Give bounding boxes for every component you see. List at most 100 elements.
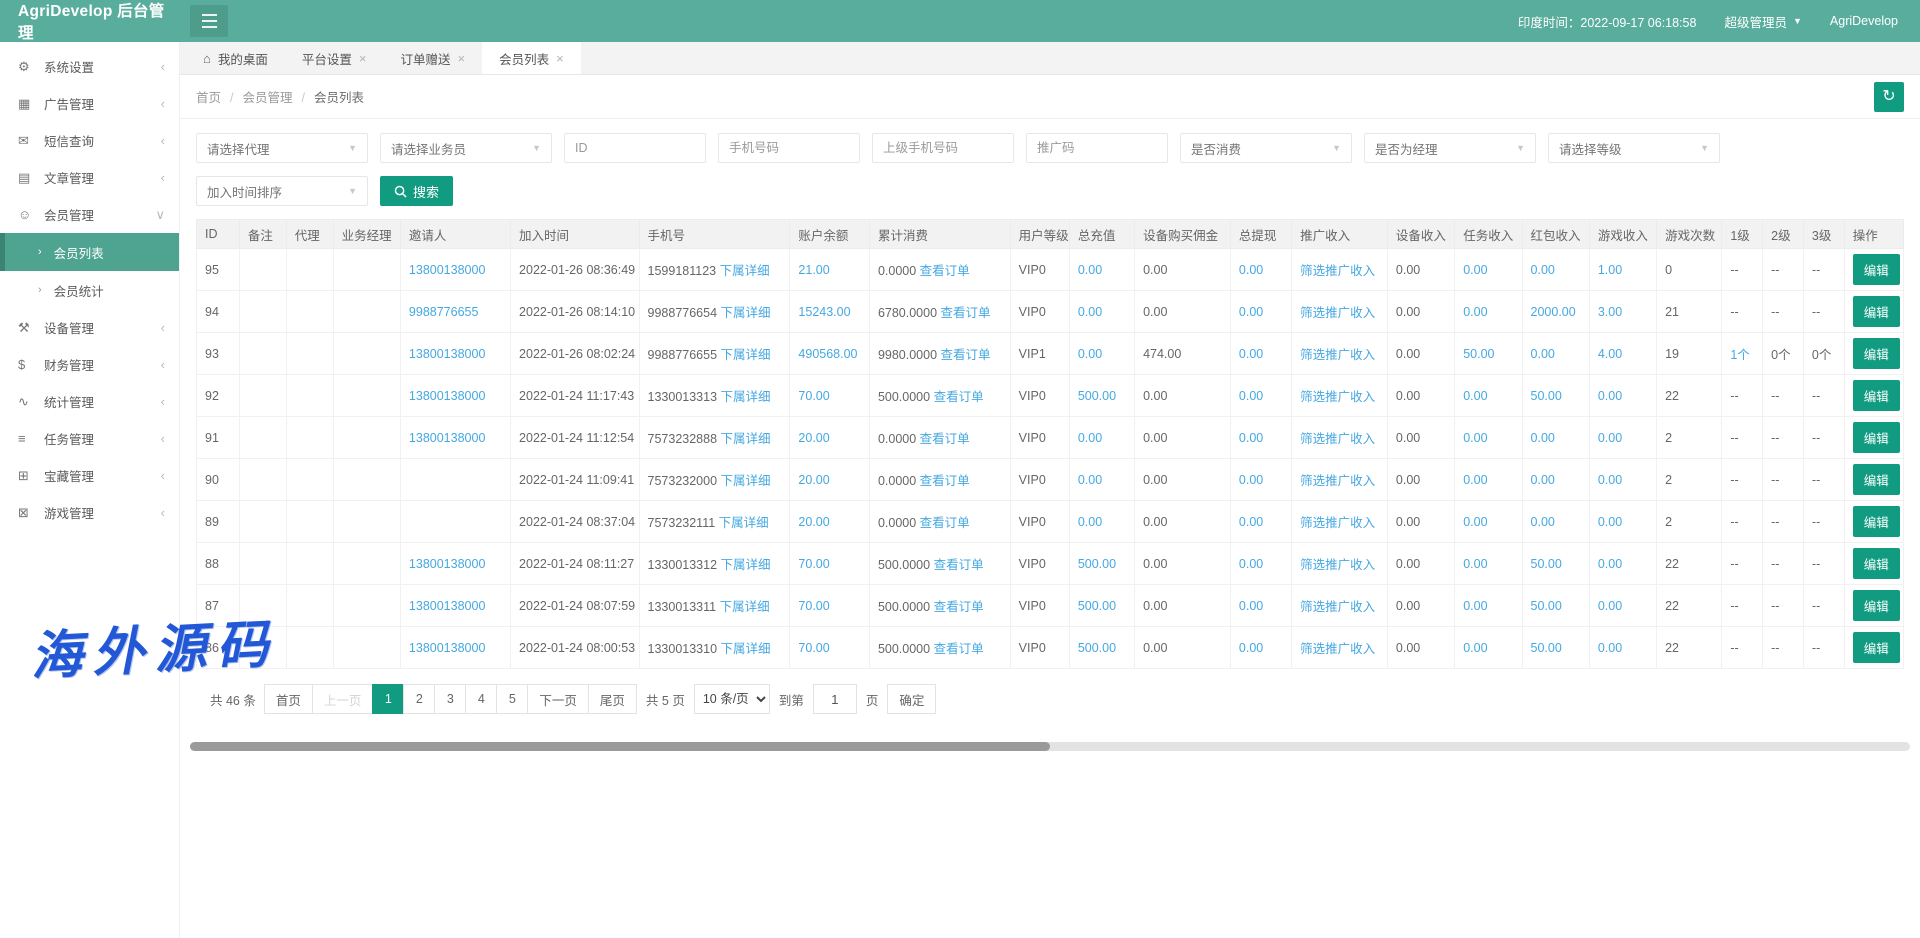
inviter-link[interactable]: 13800138000 xyxy=(409,389,485,403)
page-number-button[interactable]: 5 xyxy=(496,684,528,714)
goto-page-input[interactable] xyxy=(813,684,857,714)
edit-button[interactable]: 编辑 xyxy=(1853,590,1900,621)
tab-platform[interactable]: 平台设置× xyxy=(285,42,384,74)
edit-button[interactable]: 编辑 xyxy=(1853,254,1900,285)
inviter-link[interactable]: 13800138000 xyxy=(409,641,485,655)
sidebar-item-member[interactable]: ☺会员管理∨ xyxy=(0,196,179,233)
page-number-button[interactable]: 3 xyxy=(434,684,466,714)
promo-filter-link[interactable]: 筛选推广收入 xyxy=(1300,432,1375,446)
close-icon[interactable]: × xyxy=(458,51,466,66)
edit-button[interactable]: 编辑 xyxy=(1853,338,1900,369)
hamburger-menu-icon[interactable] xyxy=(190,5,228,37)
sidebar-item-treasure[interactable]: ⊞宝藏管理‹ xyxy=(0,457,179,494)
inviter-link[interactable]: 13800138000 xyxy=(409,431,485,445)
tab-desktop[interactable]: ⌂我的桌面 xyxy=(186,42,285,74)
promo-filter-link[interactable]: 筛选推广收入 xyxy=(1300,348,1375,362)
sidebar-item-sms[interactable]: ✉短信查询‹ xyxy=(0,122,179,159)
filter-input-promo-code[interactable] xyxy=(1026,133,1168,163)
sidebar-subitem-member-stats[interactable]: ›会员统计 xyxy=(0,271,179,309)
user-role-dropdown[interactable]: 超级管理员 ▼ xyxy=(1724,12,1801,31)
view-order-link[interactable]: 查看订单 xyxy=(920,516,970,530)
promo-filter-link[interactable]: 筛选推广收入 xyxy=(1300,306,1375,320)
sub-detail-link[interactable]: 下属详细 xyxy=(721,306,771,320)
view-order-link[interactable]: 查看订单 xyxy=(941,306,991,320)
filter-input-id[interactable] xyxy=(564,133,706,163)
search-button[interactable]: 搜索 xyxy=(380,176,453,206)
view-order-link[interactable]: 查看订单 xyxy=(934,558,984,572)
promo-filter-link[interactable]: 筛选推广收入 xyxy=(1300,642,1375,656)
page-number-button[interactable]: 2 xyxy=(403,684,435,714)
horizontal-scrollbar-thumb[interactable] xyxy=(190,742,1050,751)
breadcrumb-item[interactable]: 首页 xyxy=(196,91,221,105)
page-number-button[interactable]: 1 xyxy=(372,684,404,714)
sub-detail-link[interactable]: 下属详细 xyxy=(721,558,771,572)
sidebar-item-system[interactable]: ⚙系统设置‹ xyxy=(0,48,179,85)
sub-detail-link[interactable]: 下属详细 xyxy=(721,642,771,656)
edit-button[interactable]: 编辑 xyxy=(1853,548,1900,579)
inviter-link[interactable]: 13800138000 xyxy=(409,599,485,613)
refresh-button[interactable]: ↻ xyxy=(1874,82,1904,112)
breadcrumb-item[interactable]: 会员管理 xyxy=(243,91,293,105)
sub-detail-link[interactable]: 下属详细 xyxy=(721,390,771,404)
view-order-link[interactable]: 查看订单 xyxy=(920,432,970,446)
filter-select-agent[interactable]: 请选择代理▼ xyxy=(196,133,368,163)
promo-filter-link[interactable]: 筛选推广收入 xyxy=(1300,474,1375,488)
amount-value: 0.00 xyxy=(1239,473,1263,487)
view-order-link[interactable]: 查看订单 xyxy=(934,642,984,656)
page-number-button[interactable]: 4 xyxy=(465,684,497,714)
filter-select-is-manager[interactable]: 是否为经理▼ xyxy=(1364,133,1536,163)
per-page-select[interactable]: 10 条/页 xyxy=(694,684,770,714)
edit-button[interactable]: 编辑 xyxy=(1853,380,1900,411)
brand-link[interactable]: AgriDevelop xyxy=(1830,14,1898,28)
inviter-link[interactable]: 13800138000 xyxy=(409,557,485,571)
filter-select-salesman[interactable]: 请选择业务员▼ xyxy=(380,133,552,163)
sidebar-item-game[interactable]: ⊠游戏管理‹ xyxy=(0,494,179,531)
filter-select-is-consume[interactable]: 是否消费▼ xyxy=(1180,133,1352,163)
horizontal-scrollbar-track[interactable] xyxy=(190,742,1910,751)
sub-detail-link[interactable]: 下属详细 xyxy=(719,516,769,530)
sub-detail-link[interactable]: 下属详细 xyxy=(721,474,771,488)
page-last-button[interactable]: 尾页 xyxy=(588,684,637,714)
filter-select-level[interactable]: 请选择等级▼ xyxy=(1548,133,1720,163)
promo-filter-link[interactable]: 筛选推广收入 xyxy=(1300,516,1375,530)
cell-id: 90 xyxy=(197,459,240,501)
edit-button[interactable]: 编辑 xyxy=(1853,296,1900,327)
view-order-link[interactable]: 查看订单 xyxy=(934,600,984,614)
sort-select[interactable]: 加入时间排序 ▼ xyxy=(196,176,368,206)
sub-detail-link[interactable]: 下属详细 xyxy=(721,348,771,362)
sub-detail-link[interactable]: 下属详细 xyxy=(720,600,770,614)
edit-button[interactable]: 编辑 xyxy=(1853,422,1900,453)
sidebar-item-finance[interactable]: $财务管理‹ xyxy=(0,346,179,383)
promo-filter-link[interactable]: 筛选推广收入 xyxy=(1300,390,1375,404)
inviter-link[interactable]: 13800138000 xyxy=(409,263,485,277)
promo-filter-link[interactable]: 筛选推广收入 xyxy=(1300,264,1375,278)
view-order-link[interactable]: 查看订单 xyxy=(920,264,970,278)
view-order-link[interactable]: 查看订单 xyxy=(941,348,991,362)
view-order-link[interactable]: 查看订单 xyxy=(934,390,984,404)
page-first-button[interactable]: 首页 xyxy=(264,684,313,714)
filter-input-phone[interactable] xyxy=(718,133,860,163)
close-icon[interactable]: × xyxy=(359,51,367,66)
edit-button[interactable]: 编辑 xyxy=(1853,506,1900,537)
inviter-link[interactable]: 13800138000 xyxy=(409,347,485,361)
tab-member-list[interactable]: 会员列表× xyxy=(482,42,581,74)
sidebar-item-ads[interactable]: ▦广告管理‹ xyxy=(0,85,179,122)
sub-detail-link[interactable]: 下属详细 xyxy=(720,264,770,278)
tab-order-gift[interactable]: 订单赠送× xyxy=(383,42,482,74)
sidebar-item-device[interactable]: ⚒设备管理‹ xyxy=(0,309,179,346)
sidebar-item-article[interactable]: ▤文章管理‹ xyxy=(0,159,179,196)
sub-detail-link[interactable]: 下属详细 xyxy=(721,432,771,446)
view-order-link[interactable]: 查看订单 xyxy=(920,474,970,488)
sidebar-item-task[interactable]: ≡任务管理‹ xyxy=(0,420,179,457)
edit-button[interactable]: 编辑 xyxy=(1853,632,1900,663)
page-next-button[interactable]: 下一页 xyxy=(527,684,589,714)
goto-confirm-button[interactable]: 确定 xyxy=(887,684,936,714)
promo-filter-link[interactable]: 筛选推广收入 xyxy=(1300,600,1375,614)
sidebar-subitem-member-list[interactable]: ›会员列表 xyxy=(0,233,179,271)
sidebar-item-stats[interactable]: ∿统计管理‹ xyxy=(0,383,179,420)
inviter-link[interactable]: 9988776655 xyxy=(409,305,479,319)
promo-filter-link[interactable]: 筛选推广收入 xyxy=(1300,558,1375,572)
filter-input-parent-phone[interactable] xyxy=(872,133,1014,163)
close-icon[interactable]: × xyxy=(556,51,564,66)
edit-button[interactable]: 编辑 xyxy=(1853,464,1900,495)
